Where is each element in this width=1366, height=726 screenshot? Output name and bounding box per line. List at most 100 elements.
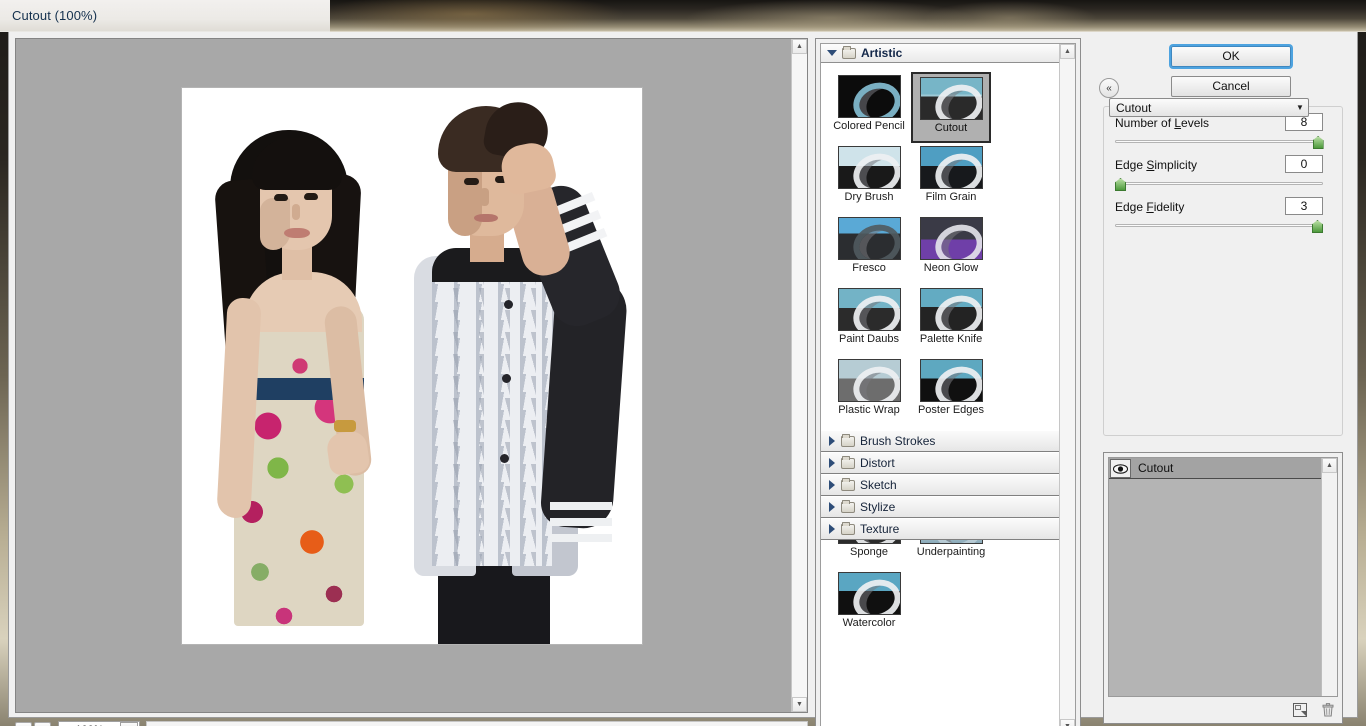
woman-left-eye <box>274 194 288 201</box>
filter-thumb-neon-glow[interactable]: Neon Glow <box>911 214 991 285</box>
filter-preview-icon <box>919 146 983 189</box>
triangle-down-icon: ▼ <box>796 701 803 708</box>
man-cuff-stripe-2 <box>550 518 612 526</box>
edge-simplicity-slider[interactable] <box>1115 178 1323 191</box>
filter-label: Watercolor <box>842 617 896 629</box>
woman-lips <box>284 228 310 238</box>
label-post: idelity <box>1153 200 1185 214</box>
filter-preview-icon <box>837 75 901 118</box>
gallery-scroll-up-button[interactable]: ▲ <box>1060 44 1075 59</box>
category-label: Texture <box>860 522 900 536</box>
triangle-closed-icon[interactable] <box>829 436 835 446</box>
slider-thumb[interactable] <box>1115 178 1126 191</box>
filter-thumbnail-grid: Colored Pencil Cutout Dry Brush Film Gra… <box>821 64 1059 629</box>
gallery-scroll-down-button[interactable]: ▼ <box>1060 719 1075 726</box>
filter-label: Film Grain <box>925 191 977 203</box>
scroll-left-icon[interactable]: ◀ <box>147 722 163 726</box>
filter-preview-icon <box>837 288 901 331</box>
folder-icon <box>841 433 855 447</box>
new-effect-layer-icon[interactable] <box>1292 702 1308 718</box>
edge-simplicity-input[interactable]: 0 <box>1285 155 1323 173</box>
folder-icon <box>841 477 855 491</box>
filter-thumb-paint-daubs[interactable]: Paint Daubs <box>829 285 909 356</box>
number-of-levels-slider[interactable] <box>1115 136 1324 149</box>
category-row-texture[interactable]: Texture <box>821 518 1059 540</box>
filter-thumb-dry-brush[interactable]: Dry Brush <box>829 143 909 214</box>
edge-fidelity-slider[interactable] <box>1115 220 1323 233</box>
layers-vertical-scrollbar[interactable]: ▲ <box>1321 458 1337 696</box>
zoom-out-button[interactable]: − <box>15 721 32 726</box>
scroll-right-icon[interactable]: ▶ <box>791 722 807 726</box>
preview-scroll-up-button[interactable]: ▲ <box>792 39 807 54</box>
slider-thumb[interactable] <box>1312 136 1324 149</box>
ok-button[interactable]: OK <box>1171 46 1291 67</box>
filter-label: Poster Edges <box>917 404 985 416</box>
filter-thumb-colored-pencil[interactable]: Colored Pencil <box>829 72 909 143</box>
filter-thumb-watercolor[interactable]: Watercolor <box>829 569 909 640</box>
filter-thumb-cutout[interactable]: Cutout <box>911 72 991 143</box>
filter-preview-icon <box>919 359 983 402</box>
effect-layers-footer <box>1292 699 1336 721</box>
category-row-brush-strokes[interactable]: Brush Strokes <box>821 430 1059 452</box>
collapse-panel-button[interactable]: « <box>1099 78 1119 98</box>
category-row-sketch[interactable]: Sketch <box>821 474 1059 496</box>
triangle-open-icon[interactable] <box>827 50 837 56</box>
filter-label: Sponge <box>850 546 888 558</box>
man-left-eye <box>464 178 479 185</box>
label-pre: Number of <box>1115 116 1175 130</box>
triangle-up-icon: ▲ <box>796 43 803 50</box>
man-jacket-button-2 <box>502 374 511 383</box>
filter-preview-icon <box>837 146 901 189</box>
filter-label: Paint Daubs <box>839 333 899 345</box>
preview-canvas[interactable] <box>16 39 791 712</box>
triangle-closed-icon[interactable] <box>829 502 835 512</box>
filter-thumb-plastic-wrap[interactable]: Plastic Wrap <box>829 356 909 427</box>
filter-label: Dry Brush <box>844 191 894 203</box>
zoom-level-combobox[interactable]: 100% ▼ <box>58 721 140 726</box>
filter-thumb-film-grain[interactable]: Film Grain <box>911 143 991 214</box>
chevron-down-icon[interactable]: ▼ <box>120 722 138 726</box>
preview-scroll-down-button[interactable]: ▼ <box>792 697 807 712</box>
man-nose <box>480 188 489 206</box>
triangle-closed-icon[interactable] <box>829 480 835 490</box>
triangle-closed-icon[interactable] <box>829 458 835 468</box>
category-label: Distort <box>860 456 895 470</box>
effect-layer-row[interactable]: Cutout <box>1109 458 1321 479</box>
filter-preview-icon <box>837 572 901 615</box>
woman-nose <box>292 204 300 220</box>
label-post: implicity <box>1154 158 1198 172</box>
man-cuff-stripe-3 <box>550 534 612 542</box>
triangle-closed-icon[interactable] <box>829 524 835 534</box>
label-post: evels <box>1181 116 1210 130</box>
man-cuff-stripe-1 <box>550 502 612 510</box>
cancel-button[interactable]: Cancel <box>1171 76 1291 97</box>
preview-horizontal-scrollbar[interactable]: ◀ ▶ <box>146 721 808 726</box>
eye-icon[interactable] <box>1110 459 1131 478</box>
layers-scroll-up-button[interactable]: ▲ <box>1322 458 1337 473</box>
man-jacket-button-1 <box>504 300 513 309</box>
slider-thumb[interactable] <box>1312 220 1323 233</box>
filtered-image-preview <box>181 87 643 645</box>
chevron-down-icon[interactable]: ▼ <box>1292 103 1308 112</box>
filter-select-value: Cutout <box>1116 100 1152 115</box>
gallery-vertical-scrollbar[interactable]: ▲ ▼ <box>1059 44 1075 726</box>
filter-preview-icon <box>919 288 983 331</box>
filter-label: Palette Knife <box>919 333 983 345</box>
filter-thumb-poster-edges[interactable]: Poster Edges <box>911 356 991 427</box>
filter-thumb-fresco[interactable]: Fresco <box>829 214 909 285</box>
settings-panel: « OK Cancel Cutout ▼ Number of Levels 8 <box>1089 38 1353 726</box>
filter-thumb-palette-knife[interactable]: Palette Knife <box>911 285 991 356</box>
filter-select-dropdown[interactable]: Cutout ▼ <box>1109 98 1309 117</box>
edge-fidelity-input[interactable]: 3 <box>1285 197 1323 215</box>
filter-preview-icon <box>919 217 983 260</box>
control-edge-fidelity: Edge Fidelity 3 <box>1115 197 1323 233</box>
effect-layers-panel: Cutout ▲ <box>1103 452 1343 724</box>
trash-icon[interactable] <box>1320 702 1336 718</box>
zoom-in-button[interactable]: + <box>34 721 51 726</box>
category-row-distort[interactable]: Distort <box>821 452 1059 474</box>
category-row-stylize[interactable]: Stylize <box>821 496 1059 518</box>
dialog-body: ▲ ▼ − + 100% ▼ ◀ ▶ <box>8 32 1358 726</box>
category-header-artistic[interactable]: Artistic <box>821 44 1059 63</box>
preview-vertical-scrollbar[interactable]: ▲ ▼ <box>791 39 807 712</box>
control-number-of-levels: Number of Levels 8 <box>1115 113 1324 149</box>
